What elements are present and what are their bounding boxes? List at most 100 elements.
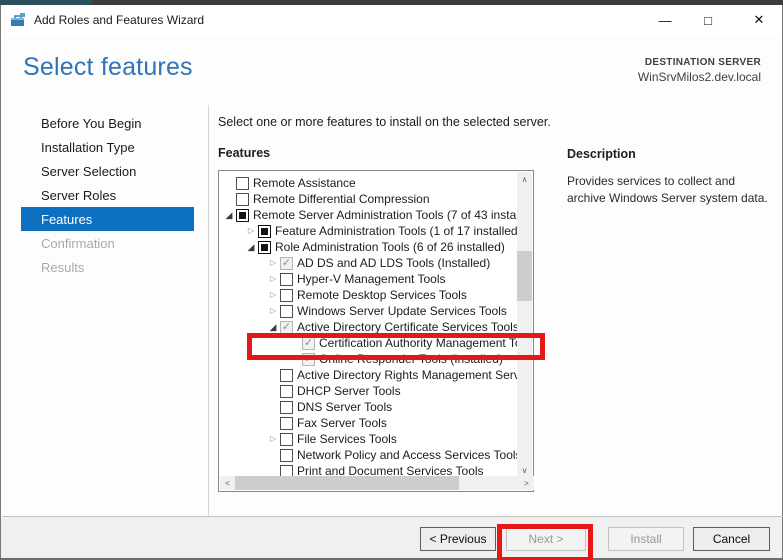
checkbox-unchecked[interactable]	[280, 305, 293, 318]
horizontal-scrollbar[interactable]: < >	[220, 476, 534, 490]
tree-item-label[interactable]: Feature Administration Tools (1 of 17 in…	[275, 224, 518, 238]
tree-row: ▷ Remote Desktop Services Tools	[220, 287, 518, 303]
close-button[interactable]: ✕	[742, 5, 776, 35]
features-tree: Remote Assistance Remote Differential Com…	[218, 170, 534, 492]
wizard-steps-sidebar: Before You BeginInstallation TypeServer …	[21, 111, 194, 279]
next-button: Next >	[506, 527, 586, 551]
tree-row: Remote Assistance	[220, 175, 518, 191]
tree-row: ▷✓ AD DS and AD LDS Tools (Installed)	[220, 255, 518, 271]
tree-item-label[interactable]: Online Responder Tools (Installed)	[319, 352, 518, 366]
tree-item-label[interactable]: Active Directory Certificate Services To…	[297, 320, 518, 334]
tree-item-label[interactable]: Active Directory Rights Management Servi…	[297, 368, 518, 382]
tree-item-label[interactable]: Role Administration Tools (6 of 26 insta…	[275, 240, 518, 254]
sidebar-divider	[208, 105, 209, 521]
add-roles-features-wizard-dialog: Add Roles and Features Wizard — □ ✕ Sele…	[0, 5, 783, 560]
expander-expanded-icon[interactable]: ◢	[266, 319, 280, 335]
vertical-scrollbar[interactable]: ∧ ∨	[517, 172, 532, 478]
footer-button-bar: < Previous Next > Install Cancel	[1, 517, 782, 558]
sidebar-item-server-selection[interactable]: Server Selection	[21, 159, 194, 183]
tree-item-label[interactable]: Remote Differential Compression	[253, 192, 518, 206]
expander-collapsed-icon[interactable]: ▷	[266, 431, 280, 447]
sidebar-item-installation-type[interactable]: Installation Type	[21, 135, 194, 159]
destination-server-label: DESTINATION SERVER	[638, 57, 761, 68]
tree-item-label[interactable]: Fax Server Tools	[297, 416, 518, 430]
tree-row: ✓ Certification Authority Management Tool…	[220, 335, 518, 351]
scroll-left-icon[interactable]: <	[220, 476, 235, 490]
tree-row: ✓ Online Responder Tools (Installed)	[220, 351, 518, 367]
tree-row: ◢ Remote Server Administration Tools (7 o…	[220, 207, 518, 223]
features-list-label: Features	[218, 146, 270, 160]
previous-button[interactable]: < Previous	[420, 527, 496, 551]
tree-item-label[interactable]: Remote Desktop Services Tools	[297, 288, 518, 302]
features-tree-rows: Remote Assistance Remote Differential Com…	[220, 175, 518, 479]
tree-item-label[interactable]: AD DS and AD LDS Tools (Installed)	[297, 256, 518, 270]
checkbox-checked-disabled: ✓	[280, 321, 293, 334]
horizontal-scrollbar-thumb[interactable]	[235, 476, 459, 490]
cancel-button[interactable]: Cancel	[693, 527, 770, 551]
expander-collapsed-icon[interactable]: ▷	[266, 271, 280, 287]
tree-row: Network Policy and Access Services Tools	[220, 447, 518, 463]
checkbox-unchecked[interactable]	[280, 289, 293, 302]
expander-collapsed-icon[interactable]: ▷	[266, 303, 280, 319]
checkbox-unchecked[interactable]	[280, 385, 293, 398]
tree-item-label[interactable]: Remote Assistance	[253, 176, 518, 190]
checkbox-indeterminate[interactable]	[236, 209, 249, 222]
tree-row: ◢✓ Active Directory Certificate Services …	[220, 319, 518, 335]
scroll-up-icon[interactable]: ∧	[517, 172, 532, 187]
tree-item-label[interactable]: Network Policy and Access Services Tools	[297, 448, 518, 462]
sidebar-item-server-roles[interactable]: Server Roles	[21, 183, 194, 207]
page-title: Select features	[23, 53, 193, 82]
tree-item-label[interactable]: DHCP Server Tools	[297, 384, 518, 398]
sidebar-item-confirmation: Confirmation	[21, 231, 194, 255]
expander-collapsed-icon[interactable]: ▷	[266, 255, 280, 271]
checkbox-indeterminate[interactable]	[258, 241, 271, 254]
scroll-right-icon[interactable]: >	[519, 476, 534, 490]
checkbox-unchecked[interactable]	[280, 433, 293, 446]
sidebar-item-before-you-begin[interactable]: Before You Begin	[21, 111, 194, 135]
maximize-button[interactable]: □	[691, 5, 725, 35]
tree-item-label[interactable]: Windows Server Update Services Tools	[297, 304, 518, 318]
sidebar-item-results: Results	[21, 255, 194, 279]
description-body: Provides services to collect and archive…	[567, 173, 769, 208]
destination-server-name: WinSrvMilos2.dev.local	[638, 70, 761, 84]
expander-collapsed-icon[interactable]: ▷	[244, 223, 258, 239]
expander-collapsed-icon[interactable]: ▷	[266, 287, 280, 303]
tree-item-label[interactable]: Certification Authority Management Tools	[319, 336, 518, 350]
expander-expanded-icon[interactable]: ◢	[222, 207, 236, 223]
tree-row: Fax Server Tools	[220, 415, 518, 431]
vertical-scrollbar-thumb[interactable]	[517, 251, 532, 301]
tree-row: Active Directory Rights Management Servi…	[220, 367, 518, 383]
tree-row: ▷ Windows Server Update Services Tools	[220, 303, 518, 319]
destination-server-block: DESTINATION SERVER WinSrvMilos2.dev.loca…	[638, 57, 761, 84]
tree-item-label[interactable]: File Services Tools	[297, 432, 518, 446]
tree-item-label[interactable]: Remote Server Administration Tools (7 of…	[253, 208, 518, 222]
wizard-icon	[10, 12, 26, 28]
instruction-text: Select one or more features to install o…	[218, 115, 551, 129]
install-button: Install	[608, 527, 684, 551]
tree-item-label[interactable]: Hyper-V Management Tools	[297, 272, 518, 286]
tree-row: ▷ File Services Tools	[220, 431, 518, 447]
tree-row: Remote Differential Compression	[220, 191, 518, 207]
checkbox-unchecked[interactable]	[280, 273, 293, 286]
tree-row: ▷ Hyper-V Management Tools	[220, 271, 518, 287]
tree-row: DHCP Server Tools	[220, 383, 518, 399]
description-title: Description	[567, 147, 636, 161]
screenshot-root: Add Roles and Features Wizard — □ ✕ Sele…	[0, 0, 783, 560]
expander-expanded-icon[interactable]: ◢	[244, 239, 258, 255]
minimize-button[interactable]: —	[648, 5, 682, 35]
checkbox-unchecked[interactable]	[280, 401, 293, 414]
checkbox-indeterminate[interactable]	[258, 225, 271, 238]
tree-row: ◢ Role Administration Tools (6 of 26 inst…	[220, 239, 518, 255]
sidebar-item-features[interactable]: Features	[21, 207, 194, 231]
tree-item-label[interactable]: DNS Server Tools	[297, 400, 518, 414]
checkbox-checked-disabled: ✓	[302, 353, 315, 366]
window-title: Add Roles and Features Wizard	[34, 13, 204, 27]
checkbox-unchecked[interactable]	[280, 449, 293, 462]
checkbox-unchecked[interactable]	[280, 417, 293, 430]
checkbox-unchecked[interactable]	[236, 193, 249, 206]
tree-row: DNS Server Tools	[220, 399, 518, 415]
checkbox-unchecked[interactable]	[236, 177, 249, 190]
checkbox-checked-disabled: ✓	[280, 257, 293, 270]
checkbox-unchecked[interactable]	[280, 369, 293, 382]
checkbox-checked-disabled: ✓	[302, 337, 315, 350]
